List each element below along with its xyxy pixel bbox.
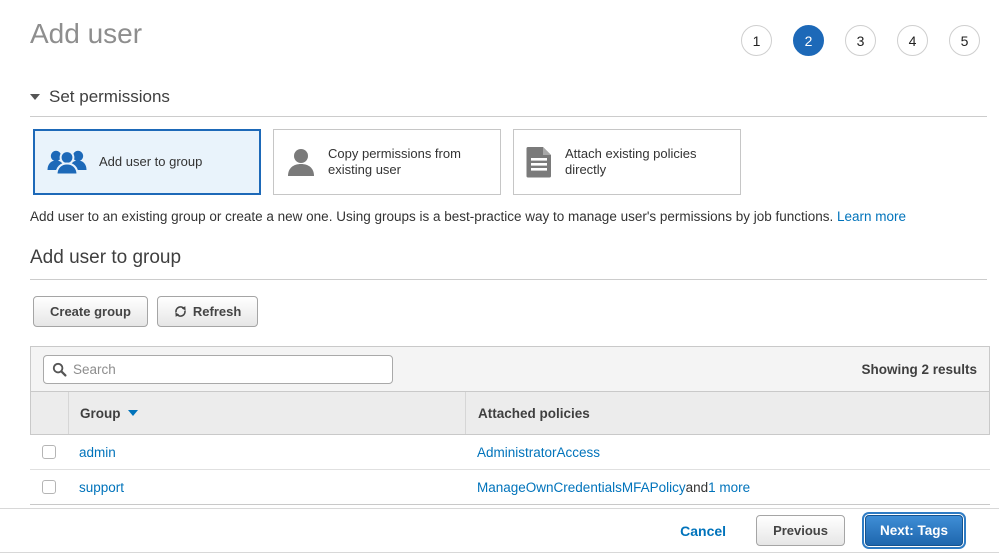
- document-icon: [526, 146, 553, 178]
- group-actions: Create group Refresh: [33, 296, 999, 327]
- step-5[interactable]: 5: [949, 25, 980, 56]
- set-permissions-title: Set permissions: [49, 87, 170, 107]
- page-header: Add user 1 2 3 4 5: [0, 0, 999, 56]
- card-label: Copy permissions from existing user: [328, 146, 488, 179]
- row-group-cell: support: [68, 480, 465, 495]
- wizard-footer: Cancel Previous Next: Tags: [0, 508, 999, 553]
- group-column-label: Group: [80, 406, 121, 421]
- table-row-admin[interactable]: admin AdministratorAccess: [30, 435, 990, 470]
- row-policies-cell: ManageOwnCredentialsMFAPolicy and 1 more: [465, 480, 990, 495]
- description-text: Add user to an existing group or create …: [30, 209, 833, 224]
- row-policies-cell: AdministratorAccess: [465, 445, 990, 460]
- results-count: Showing 2 results: [861, 362, 977, 377]
- header-checkbox-cell: [31, 392, 69, 434]
- next-tags-button[interactable]: Next: Tags: [865, 515, 963, 546]
- add-user-to-group-title: Add user to group: [30, 247, 987, 280]
- policy-link[interactable]: ManageOwnCredentialsMFAPolicy: [477, 480, 686, 495]
- row-checkbox-cell: [30, 480, 68, 494]
- header-policies-column: Attached policies: [466, 392, 989, 434]
- set-permissions-header[interactable]: Set permissions: [30, 87, 987, 117]
- collapse-arrow-icon: [30, 94, 40, 100]
- refresh-icon: [174, 305, 187, 318]
- wizard-steps: 1 2 3 4 5: [741, 25, 980, 56]
- card-attach-policies[interactable]: Attach existing policies directly: [513, 129, 741, 195]
- search-input[interactable]: [73, 362, 384, 377]
- group-link[interactable]: admin: [79, 445, 116, 460]
- refresh-button[interactable]: Refresh: [157, 296, 258, 327]
- previous-label: Previous: [773, 523, 828, 538]
- groups-table: Showing 2 results Group Attached policie…: [30, 346, 990, 505]
- learn-more-link[interactable]: Learn more: [837, 209, 906, 224]
- previous-button[interactable]: Previous: [756, 515, 845, 546]
- row-checkbox[interactable]: [42, 480, 56, 494]
- more-link[interactable]: 1 more: [708, 480, 750, 495]
- sort-desc-icon[interactable]: [128, 410, 138, 416]
- step-3[interactable]: 3: [845, 25, 876, 56]
- row-group-cell: admin: [68, 445, 465, 460]
- card-label: Add user to group: [99, 154, 202, 170]
- policies-column-label: Attached policies: [478, 406, 590, 421]
- search-icon: [52, 362, 67, 377]
- create-group-button[interactable]: Create group: [33, 296, 148, 327]
- add-user-page: Add user 1 2 3 4 5 Set permissions: [0, 0, 999, 557]
- group-link[interactable]: support: [79, 480, 124, 495]
- table-toolbar: Showing 2 results: [30, 346, 990, 392]
- row-checkbox-cell: [30, 445, 68, 459]
- table-row-support[interactable]: support ManageOwnCredentialsMFAPolicy an…: [30, 470, 990, 505]
- users-group-icon: [47, 148, 87, 177]
- cancel-button[interactable]: Cancel: [680, 523, 726, 539]
- policy-link[interactable]: AdministratorAccess: [477, 445, 600, 460]
- user-icon: [286, 147, 316, 178]
- row-checkbox[interactable]: [42, 445, 56, 459]
- create-group-label: Create group: [50, 304, 131, 319]
- and-text: and: [686, 480, 709, 495]
- header-group-column[interactable]: Group: [69, 392, 466, 434]
- card-copy-permissions[interactable]: Copy permissions from existing user: [273, 129, 501, 195]
- step-2-active[interactable]: 2: [793, 25, 824, 56]
- card-add-user-to-group[interactable]: Add user to group: [33, 129, 261, 195]
- card-label: Attach existing policies directly: [565, 146, 728, 179]
- step-4[interactable]: 4: [897, 25, 928, 56]
- permission-option-cards: Add user to group Copy permissions from …: [33, 129, 987, 195]
- page-title: Add user: [30, 18, 142, 50]
- search-box[interactable]: [43, 355, 393, 384]
- permissions-description: Add user to an existing group or create …: [30, 209, 987, 224]
- step-1[interactable]: 1: [741, 25, 772, 56]
- refresh-label: Refresh: [193, 304, 241, 319]
- table-header-row: Group Attached policies: [30, 392, 990, 435]
